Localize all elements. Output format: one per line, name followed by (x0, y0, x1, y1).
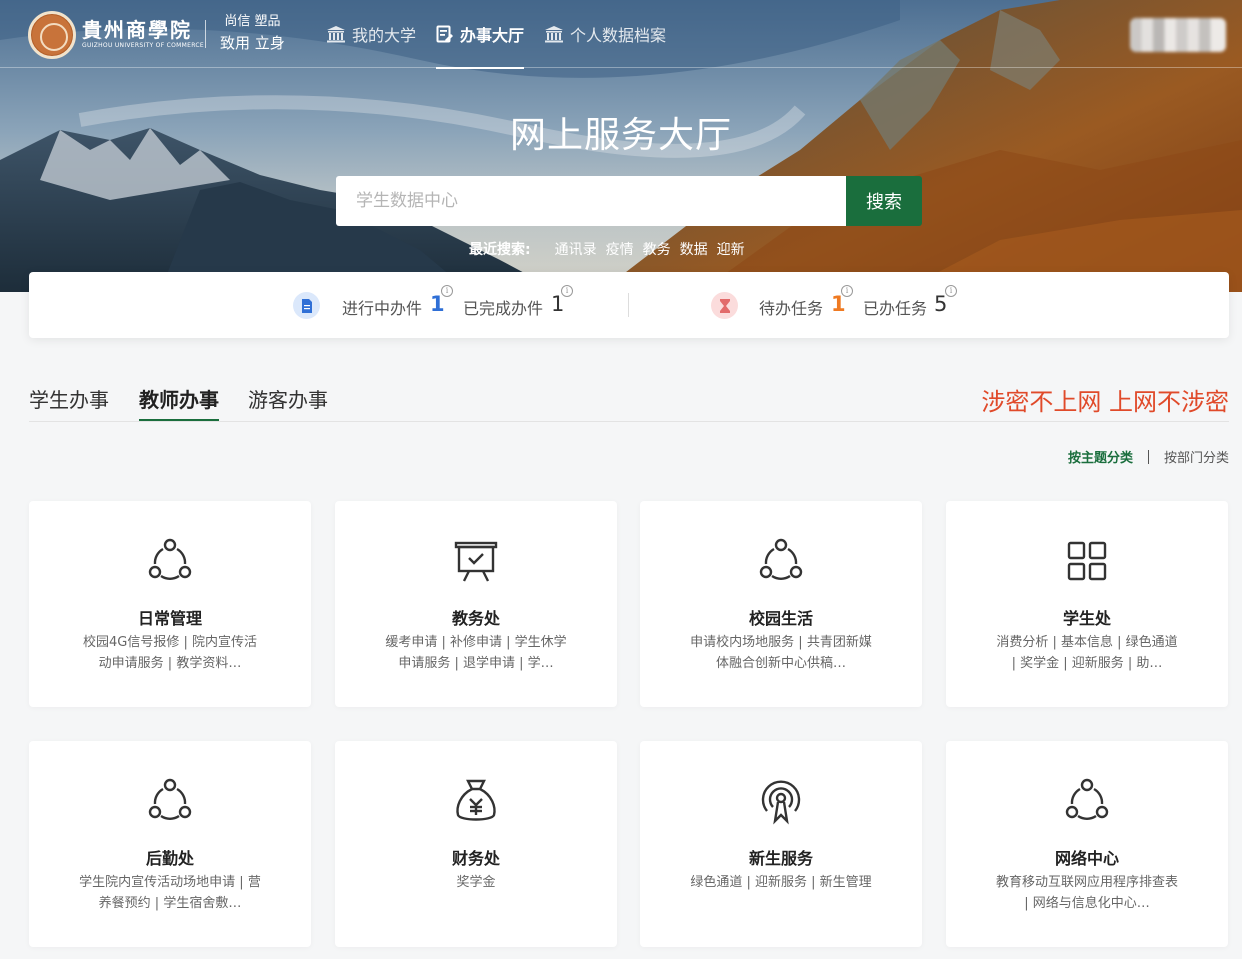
info-icon[interactable]: i (561, 285, 573, 297)
presentation-icon (454, 541, 498, 582)
info-icon[interactable]: i (841, 285, 853, 297)
nav-my-university[interactable]: 我的大学 (326, 0, 416, 68)
service-card-campus-life[interactable]: 校园生活 申请校内场地服务 | 共青团新媒体融合创新中心供稿… (640, 501, 922, 707)
bank-icon (327, 26, 345, 43)
share-icon (148, 778, 192, 820)
done-label: 已办任务 (863, 299, 928, 318)
card-description: 绿色通道 | 迎新服务 | 新生管理 (690, 875, 872, 890)
main-nav: 我的大学 办事大厅 个人数据档案 (326, 0, 686, 69)
nav-label: 办事大厅 (460, 26, 525, 45)
service-card-network-center[interactable]: 网络中心 教育移动互联网应用程序排查表 | 网络与信息化中心… (946, 741, 1228, 947)
card-title: 财务处 (451, 849, 500, 868)
card-description: 学生院内宣传活动场地申请 | 营养餐预约 | 学生宿舍敷… (79, 875, 261, 911)
classify-divider (1147, 449, 1149, 464)
card-title: 学生处 (1062, 609, 1111, 628)
card-description: 教育移动互联网应用程序排查表 | 网络与信息化中心… (995, 875, 1178, 911)
card-title: 后勤处 (145, 849, 194, 868)
card-title: 教务处 (451, 609, 500, 628)
card-title: 校园生活 (748, 609, 813, 628)
university-english-name: GUIZHOU UNIVERSITY OF COMMERCE (82, 42, 204, 49)
card-description: 消费分析 | 基本信息 | 绿色通道 | 奖学金 | 迎新服务 | 助… (996, 635, 1178, 671)
hourglass-icon (711, 292, 738, 319)
share-icon (148, 538, 192, 580)
hero-banner: 貴州商學院 GUIZHOU UNIVERSITY OF COMMERCE 尚信 … (0, 0, 1242, 292)
completed-label: 已完成办件 (463, 299, 544, 318)
card-description: 缓考申请 | 补修申请 | 学生休学申请服务 | 退学申请 | 学… (385, 635, 567, 671)
card-description: 奖学金 (456, 875, 496, 890)
share-icon (1065, 778, 1109, 820)
logo-divider (205, 20, 206, 48)
bank-icon (545, 26, 564, 43)
service-card-academic-affairs[interactable]: 教务处 缓考申请 | 补修申请 | 学生休学申请服务 | 退学申请 | 学… (335, 501, 617, 707)
card-title: 新生服务 (748, 849, 813, 868)
university-motto: 尚信 塑品 致用 立身 (220, 12, 285, 54)
recent-keyword[interactable]: 疫情 (606, 239, 634, 259)
task-stats-panel: 进行中办件 1 i 已完成办件 1 i 待办任务 1 i 已办任务 5 i (29, 272, 1229, 338)
share-icon (759, 538, 803, 580)
service-card-daily-management[interactable]: 日常管理 校园4G信号报修 | 院内宣传活动申请服务 | 教学资料… (29, 501, 311, 707)
tab-visitor[interactable]: 游客办事 (248, 384, 328, 421)
classify-toggle: 按主题分类 按部门分类 (1068, 447, 1229, 466)
card-title: 日常管理 (137, 609, 202, 628)
nav-personal-data[interactable]: 个人数据档案 (544, 0, 666, 68)
university-seal-logo[interactable] (28, 11, 76, 59)
money-bag-icon (456, 779, 496, 821)
classify-by-topic[interactable]: 按主题分类 (1068, 447, 1133, 466)
info-icon[interactable]: i (945, 285, 957, 297)
recent-searches-label: 最近搜索: (469, 242, 531, 258)
top-navigation-bar: 貴州商學院 GUIZHOU UNIVERSITY OF COMMERCE 尚信 … (0, 0, 1242, 69)
recent-keyword[interactable]: 迎新 (717, 239, 745, 259)
classify-by-department[interactable]: 按部门分类 (1164, 447, 1229, 466)
recent-keyword[interactable]: 数据 (680, 239, 708, 259)
card-description: 校园4G信号报修 | 院内宣传活动申请服务 | 教学资料… (83, 635, 257, 671)
service-card-freshman-services[interactable]: 新生服务 绿色通道 | 迎新服务 | 新生管理 (640, 741, 922, 947)
page-title: 网上服务大厅 (509, 115, 732, 156)
tab-student[interactable]: 学生办事 (29, 384, 109, 421)
service-tabs: 学生办事 教师办事 游客办事 涉密不上网 上网不涉密 (29, 366, 1229, 422)
done-count[interactable]: 5 (934, 292, 947, 316)
card-description: 申请校内场地服务 | 共青团新媒体融合创新中心供稿… (690, 635, 872, 671)
security-warning: 涉密不上网 上网不涉密 (981, 388, 1229, 416)
document-icon (293, 292, 320, 319)
nav-service-hall[interactable]: 办事大厅 (436, 0, 525, 69)
motto-line-2: 致用 立身 (220, 34, 285, 52)
stats-divider (628, 293, 629, 317)
card-title: 网络中心 (1054, 849, 1119, 868)
nav-label: 我的大学 (352, 26, 417, 45)
search-button[interactable]: 搜索 (846, 176, 922, 226)
tab-teacher[interactable]: 教师办事 (139, 384, 219, 421)
user-avatar-blurred[interactable] (1130, 18, 1226, 52)
university-name: 貴州商學院 (82, 18, 192, 42)
nav-label: 个人数据档案 (570, 26, 667, 45)
info-icon[interactable]: i (441, 285, 453, 297)
recent-keyword[interactable]: 教务 (643, 239, 671, 259)
recent-keyword[interactable]: 通讯录 (555, 239, 597, 259)
motto-line-1: 尚信 塑品 (224, 14, 281, 29)
service-card-logistics[interactable]: 后勤处 学生院内宣传活动场地申请 | 营养餐预约 | 学生宿舍敷… (29, 741, 311, 947)
signal-icon (761, 780, 801, 825)
grid-icon (1067, 541, 1107, 581)
form-icon (436, 25, 454, 43)
search-input[interactable] (336, 176, 846, 226)
service-card-finance[interactable]: 财务处 奖学金 (335, 741, 617, 947)
in-progress-label: 进行中办件 (342, 299, 423, 318)
todo-label: 待办任务 (759, 299, 824, 318)
service-card-student-affairs[interactable]: 学生处 消费分析 | 基本信息 | 绿色通道 | 奖学金 | 迎新服务 | 助… (946, 501, 1228, 707)
recent-searches: 最近搜索: 通讯录 疫情 教务 数据 迎新 (469, 239, 754, 259)
